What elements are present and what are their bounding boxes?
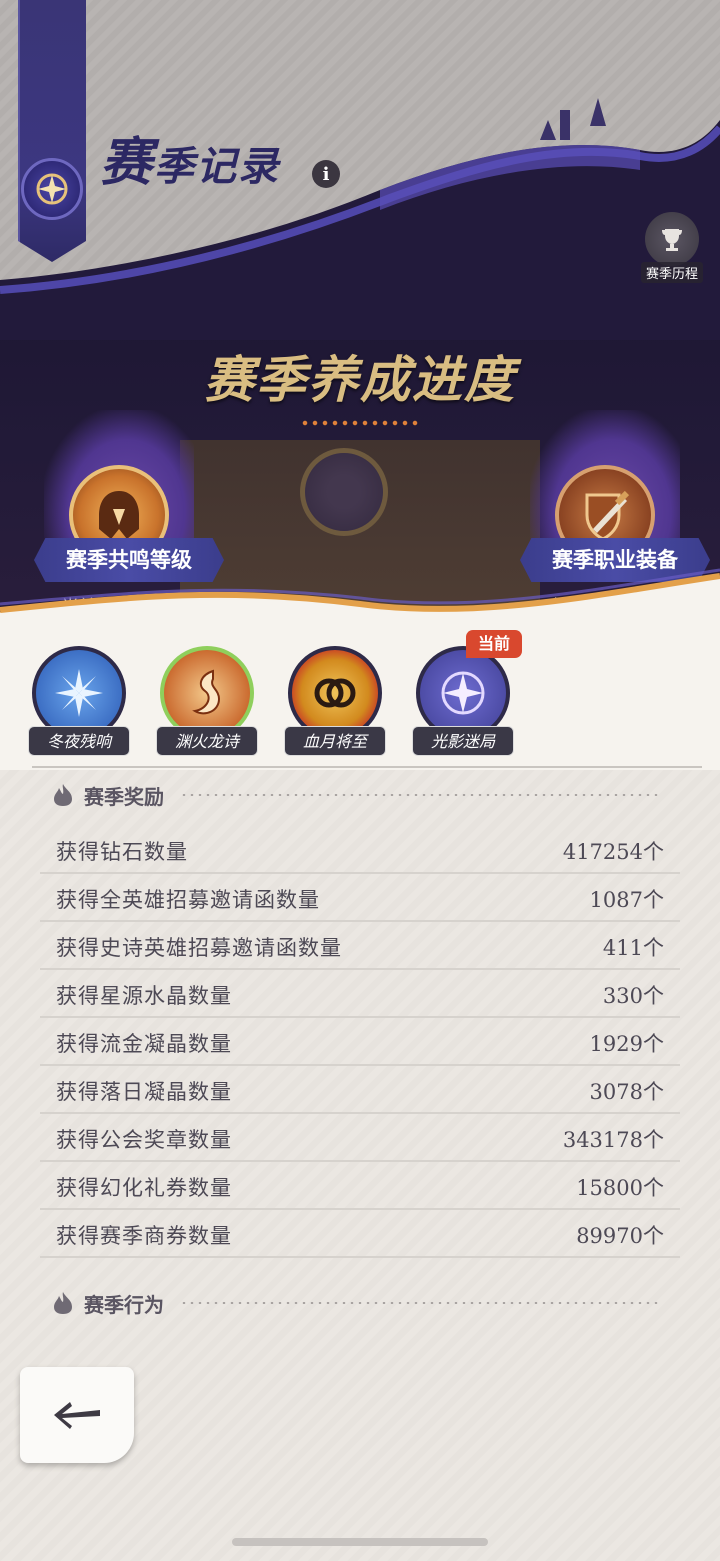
reward-row: 获得幻化礼券数量 15800个 (40, 1162, 680, 1210)
reward-label: 获得流金凝晶数量 (56, 1032, 232, 1056)
reward-row: 获得赛季商券数量 89970个 (40, 1210, 680, 1258)
ornament-dots (300, 420, 420, 426)
reward-value: 330个 (602, 984, 664, 1008)
reward-row: 获得公会奖章数量 343178个 (40, 1114, 680, 1162)
flame-icon (54, 1292, 72, 1314)
reward-value: 411个 (602, 936, 664, 960)
season-tab-winter[interactable]: 冬夜残响 (28, 644, 130, 756)
reward-label: 获得史诗英雄招募邀请函数量 (56, 936, 342, 960)
reward-label: 获得星源水晶数量 (56, 984, 232, 1008)
season-selector: 冬夜残响 渊火龙诗 血月将至 光影迷局 (0, 630, 720, 770)
season-name: 渊火龙诗 (156, 726, 258, 756)
reward-row: 获得钻石数量 417254个 (40, 826, 680, 874)
season-emblem-icon (21, 158, 83, 220)
season-history-label: 赛季历程 (640, 262, 703, 283)
reward-value: 417254个 (562, 840, 664, 864)
page-title-rest: 季记录 (154, 143, 281, 190)
reward-row: 获得史诗英雄招募邀请函数量 411个 (40, 922, 680, 970)
header-wave (0, 98, 720, 340)
reward-value: 1929个 (589, 1032, 664, 1056)
season-history-button[interactable]: 赛季历程 (636, 212, 708, 286)
reward-row: 获得流金凝晶数量 1929个 (40, 1018, 680, 1066)
behavior-section-header: 赛季行为 (52, 1283, 660, 1323)
trophy-icon (645, 212, 699, 266)
dotted-divider (180, 1302, 660, 1304)
season-name: 光影迷局 (412, 726, 514, 756)
rewards-section-header: 赛季奖励 (52, 775, 660, 815)
reward-value: 89970个 (576, 1224, 664, 1248)
reward-label: 获得赛季商券数量 (56, 1224, 232, 1248)
selector-divider (32, 766, 702, 768)
reward-label: 获得全英雄招募邀请函数量 (56, 888, 320, 912)
reward-value: 343178个 (562, 1128, 664, 1152)
flame-icon (54, 784, 72, 806)
behavior-heading: 赛季行为 (84, 1292, 164, 1317)
reward-value: 15800个 (576, 1176, 664, 1200)
season-name: 血月将至 (284, 726, 386, 756)
home-indicator[interactable] (232, 1538, 488, 1546)
reward-row: 获得落日凝晶数量 3078个 (40, 1066, 680, 1114)
info-icon[interactable]: i (312, 160, 340, 188)
progress-title: 赛季养成进度 (204, 350, 516, 409)
back-arrow-icon (54, 1402, 100, 1429)
reward-label: 获得钻石数量 (56, 840, 188, 864)
page-title-big: 赛 (100, 132, 155, 193)
page-title: 赛季记录 (100, 120, 280, 195)
reward-row: 获得全英雄招募邀请函数量 1087个 (40, 874, 680, 922)
season-tab-light-shadow[interactable]: 光影迷局 (412, 644, 514, 756)
season-tab-fire-dragon[interactable]: 渊火龙诗 (156, 644, 258, 756)
rose-window (300, 448, 388, 536)
reward-label: 获得落日凝晶数量 (56, 1080, 232, 1104)
current-season-badge: 当前 (466, 630, 522, 658)
reward-label: 获得幻化礼券数量 (56, 1176, 232, 1200)
reward-row: 获得星源水晶数量 330个 (40, 970, 680, 1018)
reward-value: 1087个 (589, 888, 664, 912)
season-tab-blood-moon[interactable]: 血月将至 (284, 644, 386, 756)
back-button[interactable] (20, 1367, 134, 1463)
reward-value: 3078个 (589, 1080, 664, 1104)
season-name: 冬夜残响 (28, 726, 130, 756)
season-banner (18, 0, 86, 262)
rewards-heading: 赛季奖励 (84, 784, 164, 809)
dotted-divider (180, 794, 660, 796)
reward-label: 获得公会奖章数量 (56, 1128, 232, 1152)
gold-divider-band (0, 568, 720, 640)
